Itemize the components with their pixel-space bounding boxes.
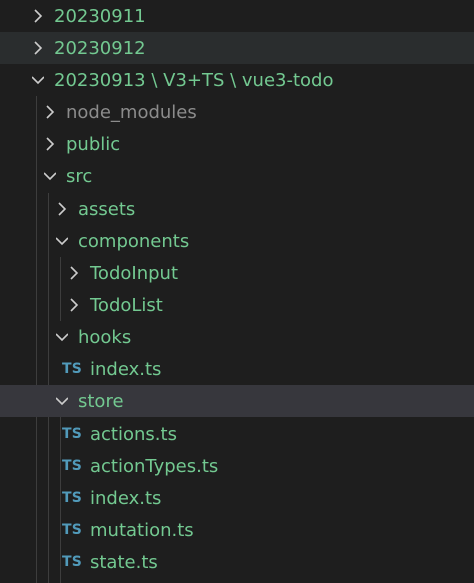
chevron-right-icon bbox=[68, 297, 80, 313]
tree-item-hooks-index-ts[interactable]: TS index.ts bbox=[0, 353, 474, 385]
chevron-down-icon bbox=[44, 168, 56, 184]
tree-item-label: 20230913 \ V3+TS \ vue3-todo bbox=[54, 69, 334, 91]
tree-item-label: 20230912 bbox=[54, 37, 146, 59]
tree-item-actions-ts[interactable]: TS actions.ts bbox=[0, 418, 474, 450]
tree-item-label: src bbox=[66, 165, 93, 187]
tree-item-store[interactable]: store bbox=[0, 385, 474, 417]
tree-item-label: components bbox=[78, 230, 190, 252]
tree-item-label: state.ts bbox=[90, 551, 158, 573]
tree-item-assets[interactable]: assets bbox=[0, 193, 474, 225]
chevron-down-icon bbox=[56, 329, 68, 345]
chevron-right-icon bbox=[44, 136, 56, 152]
chevron-right-icon bbox=[68, 265, 80, 281]
tree-item-todoinput[interactable]: TodoInput bbox=[0, 257, 474, 289]
tree-item-components[interactable]: components bbox=[0, 225, 474, 257]
typescript-file-icon: TS bbox=[62, 490, 83, 506]
tree-item-label: node_modules bbox=[66, 101, 197, 123]
tree-item-hooks[interactable]: hooks bbox=[0, 321, 474, 353]
tree-item-20230913[interactable]: 20230913 \ V3+TS \ vue3-todo bbox=[0, 64, 474, 96]
typescript-file-icon: TS bbox=[62, 554, 83, 570]
tree-item-mutation-ts[interactable]: TS mutation.ts bbox=[0, 514, 474, 546]
typescript-file-icon: TS bbox=[62, 458, 83, 474]
tree-item-label: index.ts bbox=[90, 487, 162, 509]
tree-item-label: mutation.ts bbox=[90, 519, 194, 541]
tree-item-label: 20230911 bbox=[54, 5, 146, 27]
file-explorer: 20230911 20230912 20230913 \ V3+TS \ vue… bbox=[0, 0, 474, 583]
typescript-file-icon: TS bbox=[62, 426, 83, 442]
chevron-down-icon bbox=[56, 233, 68, 249]
tree-item-20230912[interactable]: 20230912 bbox=[0, 32, 474, 64]
tree-item-label: TodoInput bbox=[90, 262, 178, 284]
tree-item-public[interactable]: public bbox=[0, 128, 474, 160]
chevron-right-icon bbox=[44, 104, 56, 120]
tree-item-20230911[interactable]: 20230911 bbox=[0, 0, 474, 32]
typescript-file-icon: TS bbox=[62, 522, 83, 538]
tree-item-label: public bbox=[66, 133, 121, 155]
tree-item-label: TodoList bbox=[90, 294, 163, 316]
tree-item-label: index.ts bbox=[90, 358, 162, 380]
chevron-right-icon bbox=[56, 201, 68, 217]
tree-item-label: assets bbox=[78, 198, 136, 220]
tree-item-todolist[interactable]: TodoList bbox=[0, 289, 474, 321]
tree-item-actiontypes-ts[interactable]: TS actionTypes.ts bbox=[0, 450, 474, 482]
tree-item-state-ts[interactable]: TS state.ts bbox=[0, 546, 474, 578]
tree-item-label: store bbox=[78, 390, 124, 412]
tree-item-label: hooks bbox=[78, 326, 132, 348]
chevron-right-icon bbox=[32, 40, 44, 56]
tree-item-label: actions.ts bbox=[90, 423, 177, 445]
tree-item-label: actionTypes.ts bbox=[90, 455, 219, 477]
typescript-file-icon: TS bbox=[62, 361, 83, 377]
chevron-down-icon bbox=[32, 72, 44, 88]
tree-item-node-modules[interactable]: node_modules bbox=[0, 96, 474, 128]
tree-item-src[interactable]: src bbox=[0, 160, 474, 192]
chevron-down-icon bbox=[56, 393, 68, 409]
tree-item-store-index-ts[interactable]: TS index.ts bbox=[0, 482, 474, 514]
chevron-right-icon bbox=[32, 8, 44, 24]
